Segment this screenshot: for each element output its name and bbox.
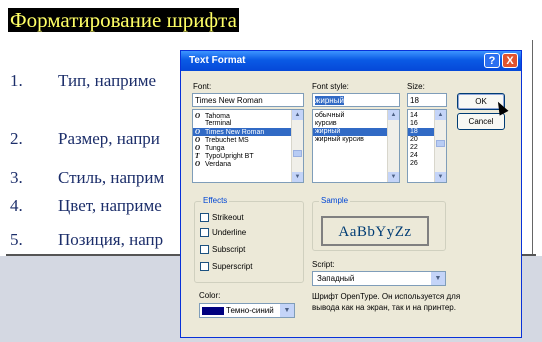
size-list-scrollbar[interactable]: ▲ ▼ (434, 110, 446, 182)
list-text: Цвет, наприме (58, 196, 162, 215)
color-value: Темно-синий (226, 306, 274, 315)
close-button[interactable]: X (502, 53, 518, 68)
list-text: Позиция, напр (58, 230, 164, 249)
sample-preview: AaBbYyZz (321, 216, 429, 246)
size-input[interactable]: 18 (407, 93, 447, 107)
font-style-input[interactable]: жирный (312, 93, 400, 107)
opentype-icon: O (195, 144, 201, 152)
effects-label: Effects (201, 196, 230, 205)
style-list-scrollbar[interactable]: ▲ ▼ (387, 110, 399, 182)
dialog-title: Text Format (189, 55, 246, 66)
font-option-label: Trebuchet MS (205, 137, 249, 144)
list-number: 3. (10, 168, 23, 187)
list-text: Размер, напри (58, 129, 160, 148)
strikeout-checkbox[interactable]: Strikeout (200, 213, 244, 223)
opentype-icon: O (195, 128, 201, 136)
font-option[interactable]: O Times New Roman (193, 128, 303, 136)
font-option-label: Times New Roman (205, 129, 265, 136)
font-option-label: Verdana (205, 161, 232, 168)
size-list[interactable]: 14 16 18 20 22 24 26 ▲ ▼ (407, 109, 447, 183)
list-number: 1. (10, 71, 23, 90)
font-option-label: Tunga (205, 145, 225, 152)
truetype-icon: T (195, 152, 200, 160)
script-label: Script: (312, 260, 335, 269)
sample-label: Sample (319, 196, 351, 205)
scroll-up-icon[interactable]: ▲ (292, 110, 303, 120)
list-item: 1. Тип, наприме (10, 71, 156, 91)
list-number: 2. (10, 129, 23, 148)
font-style-label: Font style: (312, 82, 349, 91)
font-style-value: жирный (315, 96, 344, 105)
font-option[interactable]: O Tahoma (193, 112, 303, 120)
list-item: 5. Позиция, напр (10, 230, 163, 250)
checkbox-label: Subscript (212, 245, 246, 254)
scroll-up-icon[interactable]: ▲ (435, 110, 446, 120)
color-label: Color: (199, 291, 221, 300)
superscript-checkbox[interactable]: Superscript (200, 262, 253, 272)
help-button[interactable]: ? (484, 53, 500, 68)
list-item: 3. Стиль, наприм (10, 168, 164, 188)
list-item: 2. Размер, напри (10, 129, 160, 149)
font-option[interactable]: O Verdana (193, 160, 303, 168)
list-item: 4. Цвет, наприме (10, 196, 162, 216)
opentype-icon: O (195, 160, 201, 168)
color-select[interactable]: Темно-синий ▼ (199, 303, 295, 318)
cancel-button[interactable]: Cancel (457, 113, 505, 130)
checkbox-icon[interactable] (200, 245, 209, 255)
underline-checkbox[interactable]: Underline (200, 228, 247, 238)
size-label: Size: (407, 82, 425, 91)
document-title: Форматирование шрифта (8, 8, 239, 32)
script-value: Западный (317, 274, 355, 283)
scroll-thumb[interactable] (293, 150, 302, 157)
font-list-scrollbar[interactable]: ▲ ▼ (291, 110, 303, 182)
color-swatch (202, 306, 224, 315)
font-input[interactable]: Times New Roman (192, 93, 304, 107)
text-format-dialog: Text Format ? X Font: Times New Roman OT… (180, 50, 522, 338)
checkbox-label: Superscript (212, 262, 253, 271)
scroll-thumb[interactable] (436, 140, 445, 147)
font-option-label: Terminal (205, 120, 232, 127)
font-list[interactable]: O Tahoma Terminal O Times New Roman O Trebu… (192, 109, 304, 183)
font-option-label: TypoUpright BT (205, 153, 254, 160)
font-option-label: Tahoma (205, 113, 230, 120)
font-option[interactable]: O Trebuchet MS (193, 136, 303, 144)
font-option[interactable]: Terminal (193, 120, 303, 128)
font-style-list[interactable]: обычный курсив жирный жирный курсив ▲ ▼ (312, 109, 400, 183)
scroll-down-icon[interactable]: ▼ (388, 172, 399, 182)
subscript-checkbox[interactable]: Subscript (200, 245, 246, 255)
font-option[interactable]: O Tunga (193, 144, 303, 152)
scroll-down-icon[interactable]: ▼ (435, 172, 446, 182)
dialog-titlebar[interactable]: Text Format ? X (181, 51, 521, 71)
scroll-down-icon[interactable]: ▼ (292, 172, 303, 182)
list-number: 4. (10, 196, 23, 215)
font-option[interactable]: T TypoUpright BT (193, 152, 303, 160)
font-label: Font: (193, 82, 212, 91)
checkbox-icon[interactable] (200, 213, 209, 223)
script-select[interactable]: Западный ▼ (312, 271, 446, 286)
opentype-icon: O (195, 112, 201, 120)
checkbox-icon[interactable] (200, 228, 209, 238)
scroll-up-icon[interactable]: ▲ (388, 110, 399, 120)
chevron-down-icon[interactable]: ▼ (280, 304, 294, 317)
document-edge (532, 40, 533, 254)
list-text: Стиль, наприм (58, 168, 165, 187)
checkbox-label: Strikeout (212, 213, 244, 222)
list-text: Тип, наприме (58, 71, 157, 90)
sample-group: Sample AaBbYyZz (312, 196, 446, 251)
list-number: 5. (10, 230, 23, 249)
chevron-down-icon[interactable]: ▼ (431, 272, 445, 285)
opentype-icon: O (195, 136, 201, 144)
checkbox-label: Underline (212, 228, 247, 237)
font-info-text: Шрифт OpenType. Он используется для выво… (312, 292, 461, 312)
checkbox-icon[interactable] (200, 262, 209, 272)
